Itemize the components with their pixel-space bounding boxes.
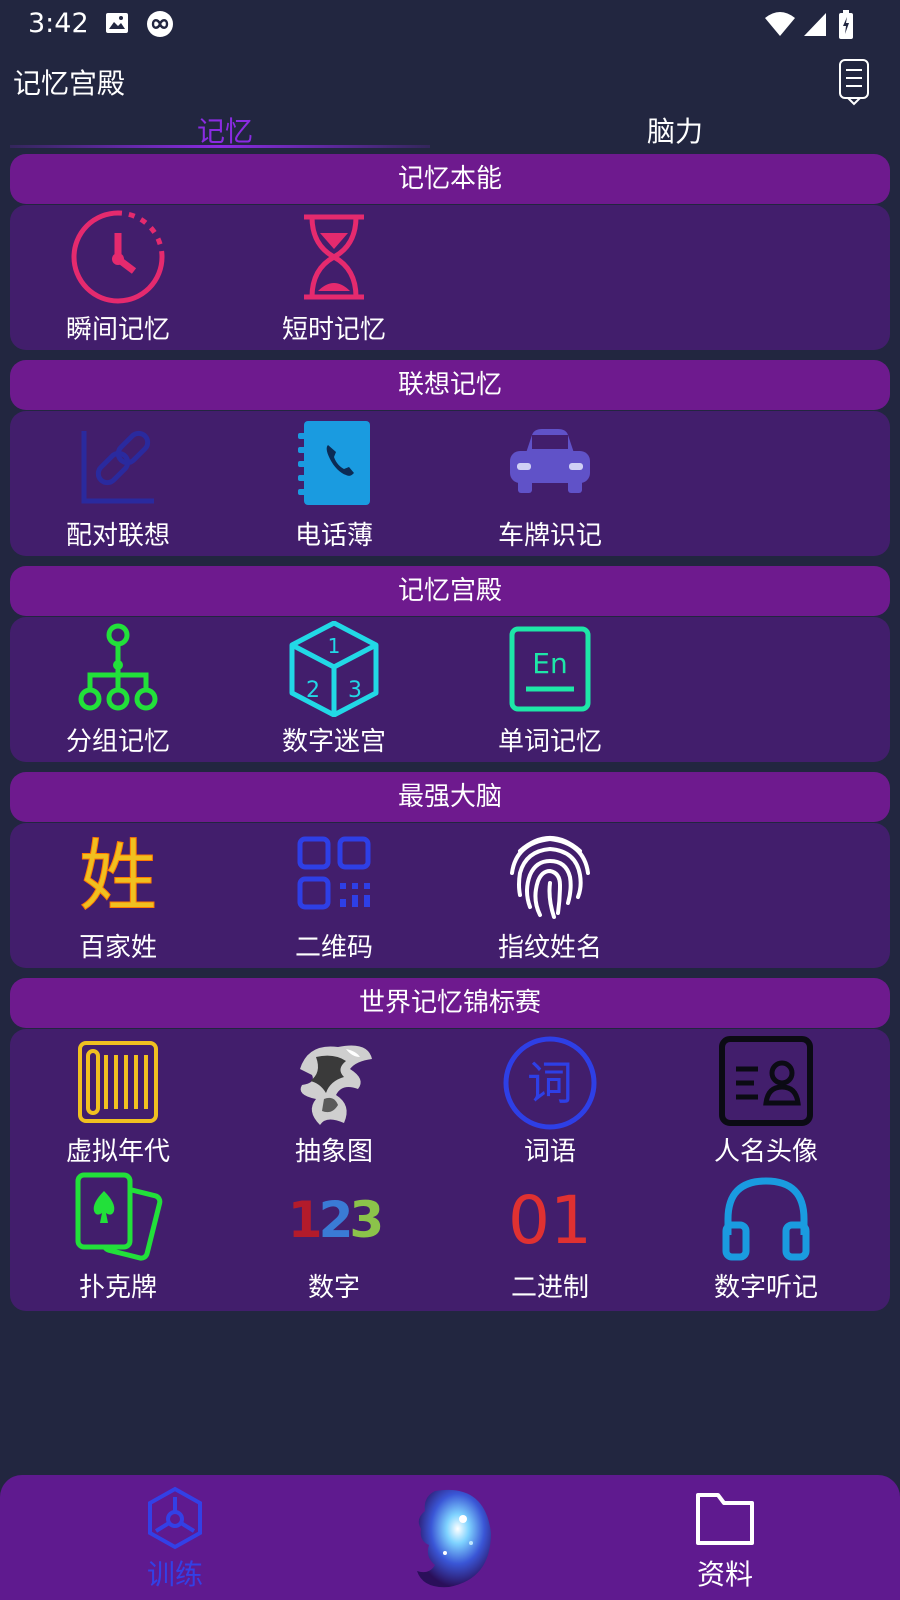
section-strongest-brain: 姓 百家姓 二维码 指纹姓名: [10, 823, 890, 968]
tile-label: 虚拟年代: [65, 1137, 170, 1167]
app-bar: 记忆宫殿: [0, 55, 900, 106]
svg-text:1: 1: [328, 634, 341, 658]
section-header-associative-memory: 联想记忆: [10, 360, 890, 410]
qr-code-icon: [286, 827, 382, 923]
svg-text:姓: 姓: [79, 832, 157, 922]
tile-label: 百家姓: [78, 933, 157, 963]
tile-names-faces[interactable]: 人名头像: [658, 1035, 874, 1171]
tile-label: 抽象图: [294, 1137, 373, 1167]
nav-home-orb[interactable]: [405, 1483, 495, 1593]
svg-text:01: 01: [508, 1182, 592, 1259]
infinity-app-icon: [146, 10, 174, 42]
binary-icon: 01: [502, 1171, 598, 1267]
tile-spoken-numbers[interactable]: 数字听记: [658, 1171, 874, 1307]
tile-label: 分组记忆: [65, 727, 170, 757]
tile-label: 单词记忆: [497, 727, 602, 757]
tile-label: 词语: [523, 1137, 576, 1167]
svg-text:123: 123: [288, 1191, 381, 1249]
tile-license-plate[interactable]: 车牌识记: [442, 417, 658, 555]
playing-cards-icon: [70, 1171, 166, 1267]
tile-short-term-memory[interactable]: 短时记忆: [226, 209, 442, 349]
numbers-icon: 123: [286, 1171, 385, 1267]
tile-word-memory[interactable]: En 单词记忆: [442, 621, 658, 761]
signal-icon: [802, 10, 828, 42]
section-world-memory-championship: 虚拟年代 抽象图 词 词语 人名头像 扑克牌 123 数字 01 二进制 数字听…: [10, 1029, 890, 1311]
tile-historic-dates[interactable]: 虚拟年代: [10, 1035, 226, 1171]
tile-instant-memory[interactable]: 瞬间记忆: [10, 209, 226, 349]
page-title: 记忆宫殿: [13, 67, 126, 100]
clock-icon: [70, 209, 166, 305]
folder-icon: [665, 1485, 785, 1553]
nav-training[interactable]: 训练: [115, 1485, 235, 1593]
fingerprint-icon: [502, 827, 598, 923]
names-faces-icon: [718, 1035, 814, 1131]
bottom-nav: 训练 资料: [0, 1475, 900, 1600]
nav-label: 资料: [696, 1558, 753, 1591]
tile-label: 配对联想: [65, 521, 170, 551]
phonebook-icon: [286, 417, 382, 513]
tile-label: 电话薄: [294, 521, 373, 551]
menu-dropdown-icon[interactable]: [836, 58, 872, 106]
tile-group-memory[interactable]: 分组记忆: [10, 621, 226, 761]
tile-label: 数字听记: [713, 1273, 818, 1303]
nav-label: 训练: [146, 1558, 203, 1591]
surname-icon: 姓: [70, 827, 166, 923]
brain-orb-icon: [405, 1483, 495, 1597]
tile-pair-association[interactable]: 配对联想: [10, 417, 226, 555]
tile-label: 指纹姓名: [497, 933, 602, 963]
section-memory-instinct: 瞬间记忆 短时记忆: [10, 205, 890, 350]
tab-brainpower[interactable]: 脑力: [550, 110, 800, 150]
wifi-icon: [764, 10, 796, 42]
tile-label: 二进制: [510, 1273, 589, 1303]
tab-memory[interactable]: 记忆: [100, 110, 350, 150]
training-network-icon: [115, 1485, 235, 1553]
tile-label: 二维码: [294, 933, 373, 963]
words-icon: 词: [502, 1035, 598, 1131]
svg-text:En: En: [532, 647, 567, 680]
english-word-icon: En: [502, 621, 598, 717]
hierarchy-icon: [70, 621, 166, 717]
tile-label: 短时记忆: [281, 315, 386, 345]
status-bar: 3:42: [0, 0, 900, 50]
tile-label: 数字: [307, 1273, 360, 1303]
tile-numbers[interactable]: 123 数字: [226, 1171, 442, 1307]
section-associative-memory: 配对联想 电话薄 车牌识记: [10, 411, 890, 556]
svg-text:3: 3: [348, 678, 362, 703]
nav-materials[interactable]: 资料: [665, 1485, 785, 1593]
number-cube-icon: 12 3: [286, 620, 382, 718]
car-icon: [502, 417, 598, 513]
tile-playing-cards[interactable]: 扑克牌: [10, 1171, 226, 1307]
status-time: 3:42: [28, 8, 89, 39]
historic-dates-icon: [70, 1035, 166, 1131]
link-icon: [70, 417, 166, 513]
section-memory-palace: 分组记忆 12 3 数字迷宫 En 单词记忆: [10, 617, 890, 762]
section-header-strongest-brain: 最强大脑: [10, 772, 890, 822]
svg-text:词: 词: [527, 1056, 573, 1110]
section-header-memory-palace: 记忆宫殿: [10, 566, 890, 616]
tile-label: 扑克牌: [78, 1273, 157, 1303]
tile-label: 人名头像: [713, 1137, 818, 1167]
tile-fingerprint-name[interactable]: 指纹姓名: [442, 827, 658, 967]
section-header-world-memory-championship: 世界记忆锦标赛: [10, 978, 890, 1028]
tile-label: 瞬间记忆: [65, 315, 170, 345]
tile-hundred-surnames[interactable]: 姓 百家姓: [10, 827, 226, 967]
tile-abstract-images[interactable]: 抽象图: [226, 1035, 442, 1171]
hourglass-icon: [286, 209, 382, 305]
battery-icon: [838, 10, 854, 44]
tile-qr-code[interactable]: 二维码: [226, 827, 442, 967]
tile-binary[interactable]: 01 二进制: [442, 1171, 658, 1307]
image-icon: [104, 10, 130, 40]
svg-text:2: 2: [306, 678, 320, 703]
tile-phonebook[interactable]: 电话薄: [226, 417, 442, 555]
section-header-memory-instinct: 记忆本能: [10, 154, 890, 204]
tile-label: 车牌识记: [497, 521, 602, 551]
tile-number-maze[interactable]: 12 3 数字迷宫: [226, 620, 442, 761]
headphones-icon: [718, 1171, 814, 1267]
tab-bar: 记忆 脑力: [0, 110, 900, 150]
abstract-image-icon: [286, 1035, 382, 1131]
tab-indicator: [10, 145, 430, 148]
tile-label: 数字迷宫: [281, 727, 386, 757]
tile-words[interactable]: 词 词语: [442, 1035, 658, 1171]
